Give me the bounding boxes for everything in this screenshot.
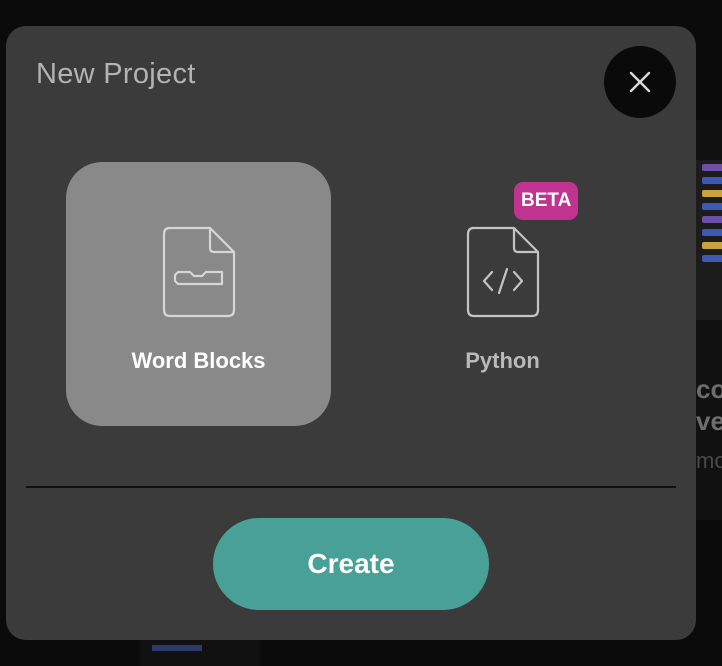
option-python[interactable]: BETA Python bbox=[370, 162, 635, 426]
close-button[interactable] bbox=[604, 46, 676, 118]
close-icon bbox=[629, 71, 651, 93]
option-word-blocks[interactable]: Word Blocks bbox=[66, 162, 331, 426]
divider bbox=[26, 486, 676, 488]
background-card-text: co bbox=[696, 374, 722, 404]
new-project-dialog: New Project Word Blocks BETA Python Crea… bbox=[6, 26, 696, 640]
background-bottom-thumbnail bbox=[140, 636, 260, 666]
background-card-subtext: mo bbox=[696, 448, 722, 473]
option-label: Python bbox=[465, 348, 540, 373]
background-card-text: ve bbox=[696, 406, 722, 436]
option-label: Word Blocks bbox=[131, 348, 266, 373]
create-button[interactable]: Create bbox=[213, 518, 489, 610]
block-file-icon bbox=[162, 226, 236, 318]
background-card-thumbnail bbox=[696, 160, 722, 320]
code-file-icon bbox=[466, 226, 540, 318]
beta-badge: BETA bbox=[514, 182, 579, 220]
dialog-title: New Project bbox=[36, 58, 196, 90]
